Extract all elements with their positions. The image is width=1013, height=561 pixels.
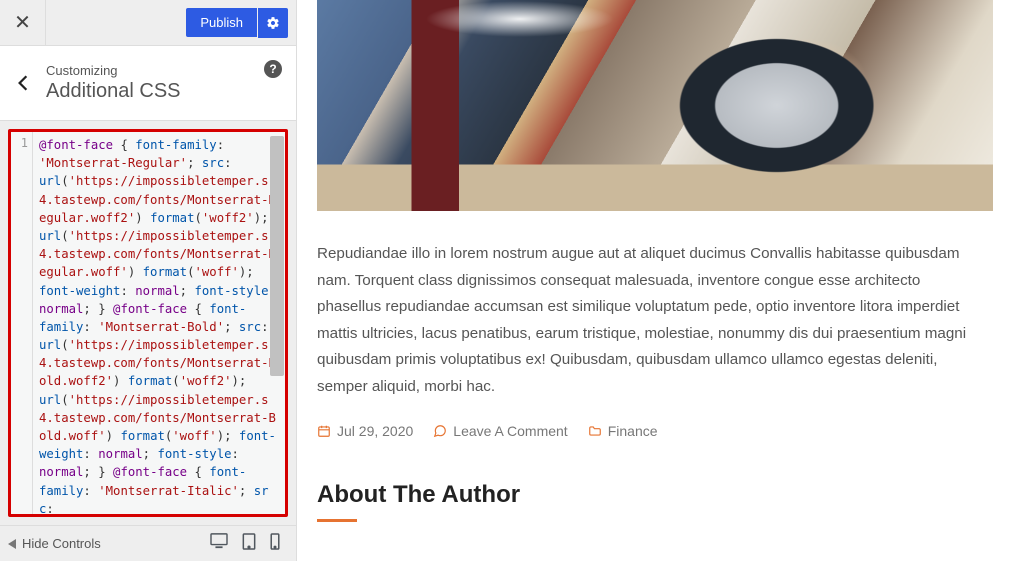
device-toggles xyxy=(210,533,288,555)
device-tablet-button[interactable] xyxy=(242,533,256,555)
settings-button[interactable] xyxy=(258,8,288,38)
meta-date[interactable]: Jul 29, 2020 xyxy=(317,423,413,439)
meta-category-text: Finance xyxy=(608,423,658,439)
mobile-icon xyxy=(270,533,280,550)
topbar-actions: Publish xyxy=(186,8,288,38)
chevron-left-icon xyxy=(17,74,29,92)
customizer-topbar: ✕ Publish xyxy=(0,0,296,46)
folder-icon xyxy=(588,424,602,438)
triangle-left-icon xyxy=(8,539,16,549)
css-editor[interactable]: 1 @font-face { font-family: 'Montserrat-… xyxy=(8,129,288,517)
meta-comments-text: Leave A Comment xyxy=(453,423,567,439)
section-header: Customizing Additional CSS ? xyxy=(0,46,296,121)
article-content: Repudiandae illo in lorem nostrum augue … xyxy=(297,211,1013,534)
code-area[interactable]: @font-face { font-family: 'Montserrat-Re… xyxy=(33,132,285,514)
scrollbar-thumb[interactable] xyxy=(270,136,284,376)
preview-pane[interactable]: Repudiandae illo in lorem nostrum augue … xyxy=(297,0,1013,561)
meta-category[interactable]: Finance xyxy=(588,423,658,439)
customizer-sidebar: ✕ Publish Customizing Additional CSS ? 1… xyxy=(0,0,297,561)
tablet-icon xyxy=(242,533,256,550)
hide-controls-button[interactable]: Hide Controls xyxy=(8,536,200,551)
section-eyebrow: Customizing xyxy=(46,63,284,78)
gear-icon xyxy=(266,16,280,30)
publish-button[interactable]: Publish xyxy=(186,8,257,37)
line-gutter: 1 xyxy=(11,132,33,514)
close-button[interactable]: ✕ xyxy=(0,0,46,46)
heading-underline xyxy=(317,519,357,522)
calendar-icon xyxy=(317,424,331,438)
hide-controls-label: Hide Controls xyxy=(22,536,101,551)
meta-comments[interactable]: Leave A Comment xyxy=(433,423,567,439)
desktop-icon xyxy=(210,533,228,549)
device-mobile-button[interactable] xyxy=(270,533,280,555)
section-titles: Customizing Additional CSS xyxy=(46,63,284,103)
help-button[interactable]: ? xyxy=(264,60,282,78)
customizer-footer: Hide Controls xyxy=(0,525,296,561)
meta-date-text: Jul 29, 2020 xyxy=(337,423,413,439)
comment-icon xyxy=(433,424,447,438)
featured-image xyxy=(317,0,993,211)
back-button[interactable] xyxy=(0,56,46,110)
article-meta: Jul 29, 2020 Leave A Comment Finance xyxy=(317,423,973,439)
section-title: Additional CSS xyxy=(46,80,284,103)
device-desktop-button[interactable] xyxy=(210,533,228,554)
article-paragraph: Repudiandae illo in lorem nostrum augue … xyxy=(317,241,973,401)
author-heading: About The Author xyxy=(317,481,973,509)
